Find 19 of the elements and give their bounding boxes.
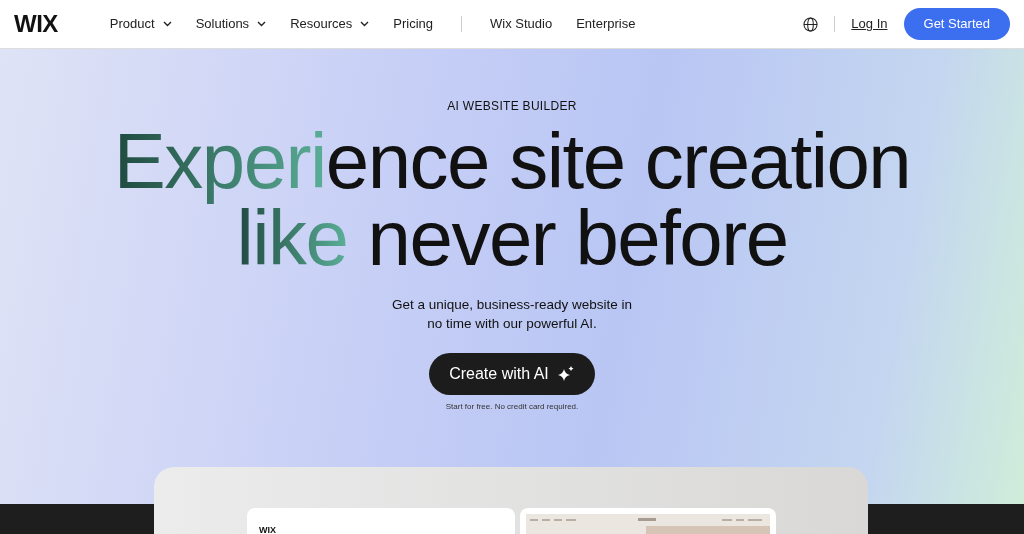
subtitle: Get a unique, business-ready website in no time with our powerful AI. <box>390 296 634 333</box>
eyebrow-text: AI WEBSITE BUILDER <box>447 98 577 115</box>
preview-logo: WIX <box>259 525 276 534</box>
nav-link[interactable]: Resources <box>290 14 370 34</box>
nav-link[interactable]: Enterprise <box>576 14 636 34</box>
chevron-down-icon <box>257 21 267 27</box>
note-text: Start for free. No credit card required. <box>445 401 579 413</box>
nav-link[interactable]: Product <box>109 14 172 34</box>
headline: Experience site creation like never before <box>113 123 911 277</box>
get-started-button[interactable]: Get Started <box>903 8 1010 40</box>
chevron-down-icon <box>360 21 370 27</box>
login-link[interactable]: Log In <box>851 14 888 34</box>
nav-link[interactable]: Pricing <box>393 14 433 34</box>
chevron-down-icon <box>162 21 172 27</box>
nav-link[interactable]: Solutions <box>195 14 267 34</box>
globe-icon[interactable] <box>803 16 819 32</box>
create-with-ai-button[interactable]: Create with AI <box>429 353 595 395</box>
logo[interactable]: WIX <box>14 6 58 42</box>
nav-link[interactable]: Wix Studio <box>490 14 553 34</box>
